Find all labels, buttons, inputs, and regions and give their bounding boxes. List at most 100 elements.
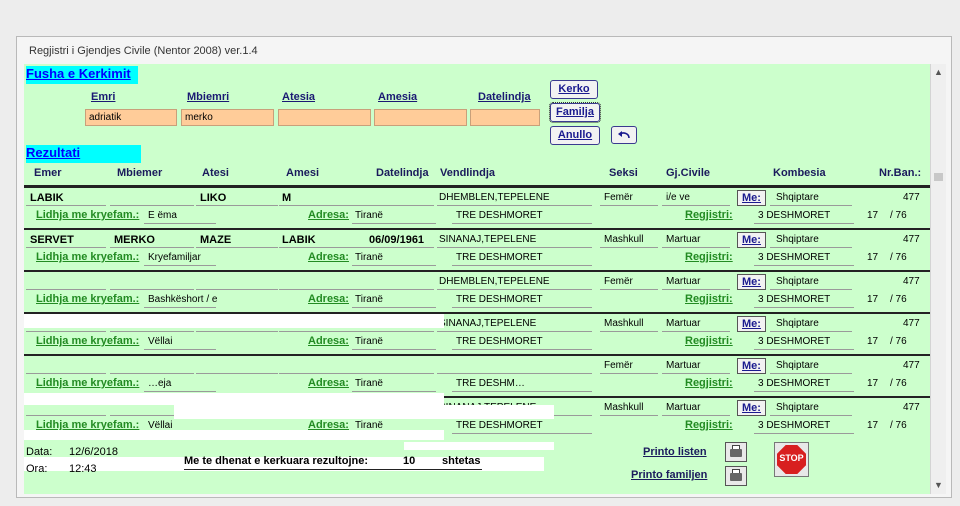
cell-reg-a: 17 [867,336,879,347]
atesia-label: Atesia [282,91,316,103]
window-title: Regjistri i Gjendjes Civile (Nentor 2008… [29,45,258,57]
cell-seksi: Mashkull [604,402,644,413]
date-label: Data: [26,446,53,458]
print-list-button[interactable] [725,442,747,462]
cell-adresa2: TRE DESHMORET [456,294,543,305]
atesia-input[interactable] [278,109,371,126]
field-underline [110,373,194,374]
record-separator [24,354,930,356]
lidhja-label: Lidhja me kryefam.: [36,293,140,305]
anullo-button[interactable]: Anullo [550,126,600,145]
cell-nrban: 477 [903,402,920,413]
printo-listen-link[interactable]: Printo listen [643,446,707,458]
cell-adresa2: TRE DESHM… [456,378,525,389]
vertical-scrollbar[interactable]: ▲ ▼ [930,64,946,494]
field-underline [452,307,592,308]
col-gjcivile: Gj.Civile [666,167,711,179]
emri-label: Emri [91,91,116,103]
cell-reg-b: / 76 [890,336,907,347]
cell-datelindja: 06/09/1961 [369,234,425,246]
field-underline [662,331,730,332]
me-button[interactable]: Me: [737,358,766,374]
cell-seksi: Femër [604,192,633,203]
emri-input[interactable]: adriatik [85,109,177,126]
adresa-label: Adresa: [308,293,349,305]
redaction [174,405,554,419]
field-underline [600,415,658,416]
printo-familjen-link[interactable]: Printo familjen [631,469,707,481]
field-underline [452,265,592,266]
adresa-label: Adresa: [308,377,349,389]
cell-amesi: M [282,192,292,204]
app-window: Regjistri i Gjendjes Civile (Nentor 2008… [16,36,952,498]
result-unit: shtetas [442,455,481,467]
cell-vendlindja: DHEMBLEN,TEPELENE [439,276,550,287]
main-panel: Fusha e Kerkimit Emri Mbiemri Atesia Ame… [24,64,930,494]
cell-kombesia: Shqiptare [776,360,819,371]
me-button[interactable]: Me: [737,190,766,206]
field-underline [452,223,592,224]
cell-gjcivile: Martuar [666,234,701,245]
summary-underline [184,469,482,470]
undo-button[interactable] [611,126,637,144]
cell-reg-a: 17 [867,252,879,263]
field-underline [437,247,592,248]
cell-adresa2: TRE DESHMORET [456,252,543,263]
field-underline [279,247,367,248]
cell-reg-a: 17 [867,420,879,431]
cell-lidhja: …eja [148,378,172,389]
result-record: LABIK LIKO M DHEMBLEN,TEPELENE Femër i/e ve Me… [24,186,930,228]
field-underline [437,373,592,374]
field-underline [367,373,434,374]
cell-seksi: Mashkull [604,234,644,245]
summary-text: Me te dhenat e kerkuara rezultojne: [184,455,368,467]
field-underline [452,349,592,350]
field-underline [26,373,106,374]
cell-lidhja: E ëma [148,210,177,221]
me-button[interactable]: Me: [737,316,766,332]
me-button[interactable]: Me: [737,274,766,290]
adresa-label: Adresa: [308,209,349,221]
record-separator [24,228,930,230]
field-underline [26,415,106,416]
scroll-thumb[interactable] [934,173,943,181]
cell-kombesia: Shqiptare [776,234,819,245]
cell-reg-a: 17 [867,210,879,221]
stop-button[interactable]: STOP [774,442,809,477]
time-label: Ora: [26,463,48,475]
cell-atesi: MAZE [200,234,232,246]
cell-vendlindja: DHEMBLEN,TEPELENE [439,192,550,203]
amesia-input[interactable] [374,109,467,126]
familja-button[interactable]: Familja [549,102,601,123]
field-underline [352,265,436,266]
cell-adresa: Tiranë [355,378,383,389]
cell-regjistri: 3 DESHMORET [758,210,831,221]
scroll-down-icon[interactable]: ▼ [934,480,943,490]
field-underline [452,391,592,392]
field-underline [770,373,852,374]
col-mbiemer: Mbiemer [117,167,163,179]
record-separator [24,186,930,188]
cell-gjcivile: Martuar [666,276,701,287]
me-button[interactable]: Me: [737,400,766,416]
field-underline [600,289,658,290]
cell-regjistri: 3 DESHMORET [758,378,831,389]
field-underline [754,391,854,392]
cell-regjistri: 3 DESHMORET [758,294,831,305]
redaction [24,430,444,440]
field-underline [144,349,216,350]
field-underline [662,205,730,206]
mbiemri-input[interactable]: merko [181,109,274,126]
scroll-up-icon[interactable]: ▲ [934,67,943,77]
print-family-button[interactable] [725,466,747,486]
cell-adresa: Tiranë [355,294,383,305]
kerko-button[interactable]: Kerko [550,80,598,99]
cell-amesi: LABIK [282,234,316,246]
lidhja-label: Lidhja me kryefam.: [36,377,140,389]
field-underline [662,247,730,248]
datelindja-input[interactable] [470,109,540,126]
me-button[interactable]: Me: [737,232,766,248]
field-underline [770,331,852,332]
field-underline [770,247,852,248]
cell-regjistri: 3 DESHMORET [758,336,831,347]
